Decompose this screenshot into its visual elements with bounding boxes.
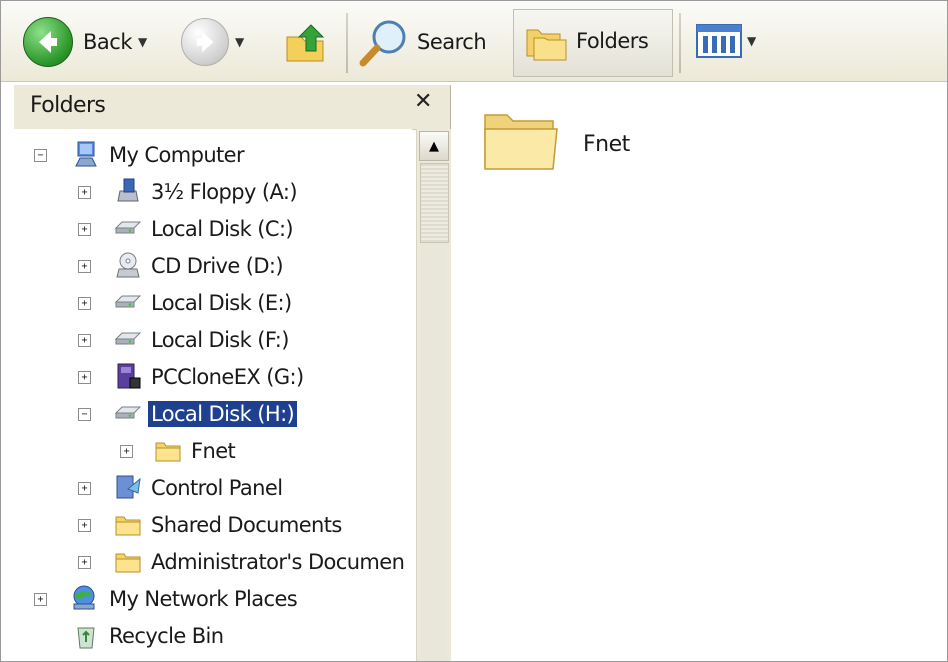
tree-label: Shared Documents <box>151 513 342 537</box>
expand-icon[interactable]: + <box>78 297 91 310</box>
tree-scrollbar[interactable]: ▲ <box>416 129 451 661</box>
tree-label: Administrator's Documen <box>151 550 405 574</box>
back-dropdown-icon[interactable]: ▼ <box>138 35 147 49</box>
folder-icon <box>115 553 141 573</box>
tree-item-pcclone-g[interactable]: + PCCloneEX (G:) <box>14 360 412 394</box>
collapse-icon[interactable]: − <box>34 149 47 162</box>
folder-tree: − My Computer + 3½ Floppy (A:) + Local D… <box>14 129 412 661</box>
tree-item-floppy-a[interactable]: + 3½ Floppy (A:) <box>14 175 412 209</box>
scroll-up-button[interactable]: ▲ <box>419 131 449 161</box>
tree-item-my-network-places[interactable]: + My Network Places <box>14 582 412 616</box>
forward-dropdown-icon[interactable]: ▼ <box>235 35 244 49</box>
tree-item-cd-drive-d[interactable]: + CD Drive (D:) <box>14 249 412 283</box>
expand-icon[interactable]: + <box>120 445 133 458</box>
tree-item-my-computer[interactable]: − My Computer <box>14 138 412 172</box>
folders-pane-title: Folders <box>30 93 106 118</box>
folders-icon <box>526 29 567 61</box>
tree-label: 3½ Floppy (A:) <box>151 180 298 204</box>
tree-label-selected: Local Disk (H:) <box>148 401 298 427</box>
cd-drive-icon <box>116 252 140 278</box>
control-panel-icon <box>116 475 141 499</box>
hard-disk-icon <box>114 221 142 234</box>
my-computer-icon <box>75 141 97 167</box>
folders-pane: Folders ✕ − My Computer + 3½ Floppy (A:)… <box>14 85 451 661</box>
tree-label: Local Disk (E:) <box>151 291 292 315</box>
up-folder-icon <box>286 24 325 62</box>
folder-icon <box>484 114 558 170</box>
floppy-drive-icon <box>117 178 139 202</box>
toolbar-separator <box>679 13 681 73</box>
expand-icon[interactable]: + <box>78 556 91 569</box>
explorer-window: Back ▼ ▼ Search Folders ▼ Folders ✕ − My… <box>0 0 948 662</box>
views-icon <box>696 24 742 58</box>
scroll-thumb[interactable] <box>420 163 449 243</box>
folders-label: Folders <box>576 29 649 53</box>
folder-icon <box>115 516 141 536</box>
tree-label: Recycle Bin <box>109 624 224 648</box>
search-label: Search <box>417 30 487 54</box>
toolbar: Back ▼ ▼ Search Folders ▼ <box>1 1 947 82</box>
scroll-track[interactable] <box>420 243 447 661</box>
back-arrow-icon <box>23 17 73 67</box>
tree-label: CD Drive (D:) <box>151 254 284 278</box>
tree-item-fnet[interactable]: + Fnet <box>14 434 412 468</box>
views-dropdown-icon[interactable]: ▼ <box>747 34 756 48</box>
hard-disk-icon <box>114 332 142 345</box>
expand-icon[interactable]: + <box>78 334 91 347</box>
views-button[interactable]: ▼ <box>695 21 756 61</box>
collapse-icon[interactable]: − <box>78 408 91 421</box>
close-icon[interactable]: ✕ <box>414 89 432 114</box>
forward-arrow-icon <box>181 18 229 66</box>
tree-item-administrators-documents[interactable]: + Administrator's Documen <box>14 545 412 579</box>
tree-label: PCCloneEX (G:) <box>151 365 304 389</box>
expand-icon[interactable]: + <box>78 482 91 495</box>
tree-item-local-disk-c[interactable]: + Local Disk (C:) <box>14 212 412 246</box>
search-button[interactable]: Search <box>357 17 487 67</box>
tree-item-shared-documents[interactable]: + Shared Documents <box>14 508 412 542</box>
tree-item-local-disk-e[interactable]: + Local Disk (E:) <box>14 286 412 320</box>
folder-icon <box>155 442 181 462</box>
expand-icon[interactable]: + <box>78 371 91 384</box>
expand-icon[interactable]: + <box>78 519 91 532</box>
tree-item-local-disk-f[interactable]: + Local Disk (F:) <box>14 323 412 357</box>
tree-label: Local Disk (F:) <box>151 328 289 352</box>
tree-label: Local Disk (C:) <box>151 217 294 241</box>
hard-disk-icon <box>114 295 142 308</box>
tree-item-control-panel[interactable]: + Control Panel <box>14 471 412 505</box>
tree-item-local-disk-h[interactable]: − Local Disk (H:) <box>14 397 412 431</box>
back-button[interactable]: Back ▼ <box>23 17 147 67</box>
expand-icon[interactable]: + <box>78 223 91 236</box>
content-item-label: Fnet <box>583 132 630 157</box>
search-icon <box>359 20 406 67</box>
pcclone-drive-icon <box>117 363 141 389</box>
network-places-icon <box>73 585 95 610</box>
content-pane: Fnet <box>453 85 947 661</box>
toolbar-separator <box>346 13 348 73</box>
tree-label: Fnet <box>191 439 236 463</box>
recycle-bin-icon <box>77 627 95 649</box>
folders-pane-header: Folders ✕ <box>14 85 450 130</box>
tree-label: My Network Places <box>109 587 298 611</box>
tree-item-recycle-bin[interactable]: Recycle Bin <box>14 619 412 653</box>
up-folder-button[interactable] <box>283 17 333 67</box>
back-label: Back <box>83 30 132 54</box>
expand-icon[interactable]: + <box>78 260 91 273</box>
tree-label: Control Panel <box>151 476 283 500</box>
folders-button[interactable]: Folders <box>513 9 673 77</box>
hard-disk-icon <box>114 406 142 419</box>
tree-label: My Computer <box>109 143 245 167</box>
expand-icon[interactable]: + <box>34 593 47 606</box>
expand-icon[interactable]: + <box>78 186 91 199</box>
forward-button[interactable]: ▼ <box>181 18 244 66</box>
